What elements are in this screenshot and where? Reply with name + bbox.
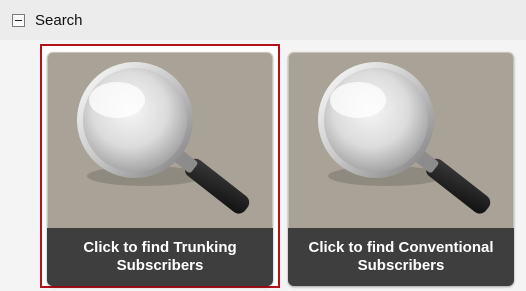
tile-caption-line-2: Subscribers [116,257,204,274]
find-conventional-subscribers-tile[interactable]: Click to find Conventional Subscribers [288,52,514,286]
collapse-icon[interactable] [12,13,25,27]
search-section-header[interactable]: Search [0,0,526,40]
tile-caption: Click to find Trunking Subscribers [47,228,273,286]
tile-caption-line-2: Subscribers [357,257,445,274]
magnifying-glass-icon [318,62,491,214]
magnifying-glass-icon [77,62,250,214]
find-trunking-subscribers-tile[interactable]: Click to find Trunking Subscribers [47,52,273,286]
tile-caption: Click to find Conventional Subscribers [288,228,514,286]
tile-caption-line-1: Click to find Conventional [308,239,494,256]
search-panel: Search Click to find Trunking Subscriber… [0,0,526,291]
tile-caption-line-1: Click to find Trunking [83,239,237,256]
section-title: Search [35,11,83,29]
